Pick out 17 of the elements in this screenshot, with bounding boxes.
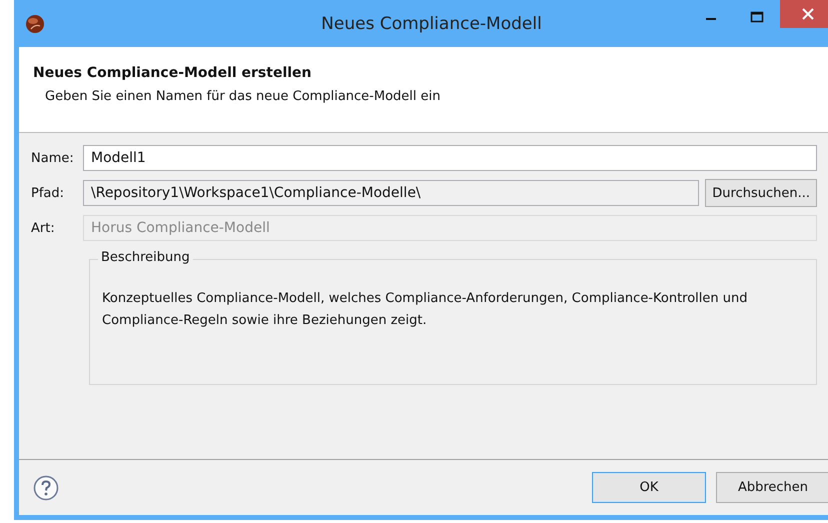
cancel-button[interactable]: Abbrechen — [716, 472, 828, 503]
input-field[interactable]: Modell1 — [83, 145, 817, 171]
page-message: Geben Sie einen Namen für das neue Compliance-Modell ein — [45, 89, 442, 104]
readonly-field: Horus Compliance-Modell — [83, 215, 817, 241]
readonly-field[interactable]: \Repository1\Workspace1\Compliance-Modelle\ — [83, 180, 700, 206]
window-title: Neues Compliance-Modell — [321, 14, 542, 34]
page-title: Neues Compliance-Modell erstellen — [33, 65, 313, 81]
app-icon — [25, 14, 45, 34]
field-label: Name: — [31, 150, 75, 166]
description-text: Konzeptuelles Compliance-Modell, welches Compliance-Anforderungen, Compliance-Kontrollen und Compliance-Regeln sowie ihre Beziehungen zeigt. — [102, 290, 749, 330]
field-label: Pfad: — [31, 186, 66, 200]
field-label: Art: — [31, 220, 56, 236]
ok-button[interactable]: OK — [592, 472, 706, 503]
browse-button[interactable]: Durchsuchen... — [705, 179, 817, 207]
help-icon[interactable] — [33, 474, 59, 500]
close-icon[interactable] — [780, 0, 828, 28]
group-title: Beschreibung — [98, 250, 193, 265]
